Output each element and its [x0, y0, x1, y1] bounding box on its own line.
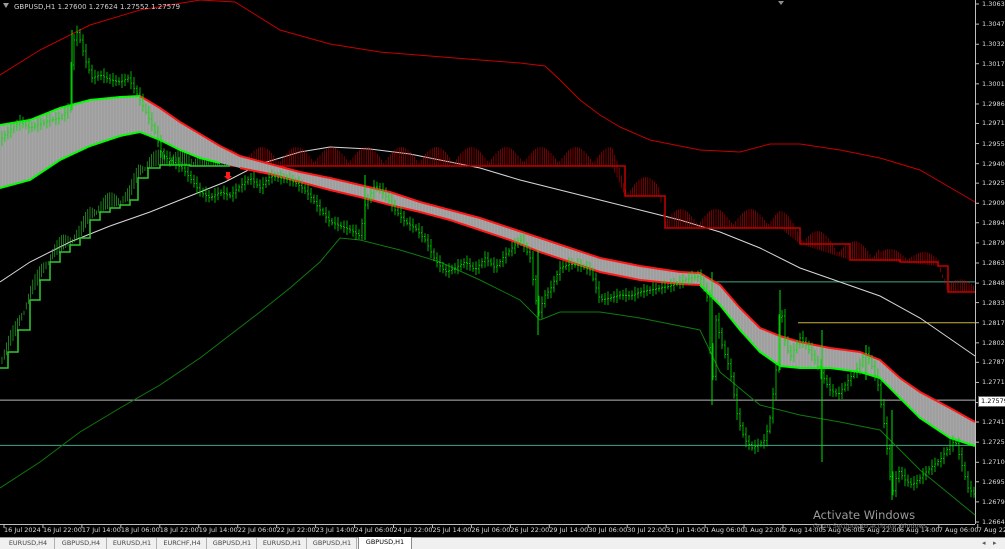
axis-ticks	[3, 3, 979, 528]
price-tick-label: 1.29860	[982, 99, 1005, 108]
chart-tab-eurusd-h1[interactable]: EURUSD,H1	[108, 538, 157, 549]
candles	[1, 25, 975, 500]
time-tick-label: 22 Jul 22:00	[276, 526, 316, 534]
price-tick-label: 1.29095	[982, 199, 1005, 208]
price-tick-label: 1.27870	[982, 358, 1005, 367]
chart-tab-gbpusd-h4[interactable]: GBPUSD,H4	[56, 538, 107, 549]
chart-tabs-bar: EURUSD,H4 GBPUSD,H4 EURUSD,H1 EURCHF,H4 GBPU…	[0, 537, 1005, 549]
price-tick-label: 1.28635	[982, 259, 1005, 267]
chart-tab-eurusd-h4[interactable]: EURUSD,H4	[2, 538, 55, 549]
time-tick-label: 25 Jul 14:00	[432, 526, 472, 534]
chart-ohlc: 1.27600 1.27624 1.27552 1.27579	[57, 3, 181, 11]
chart-shift-marker-icon[interactable]	[778, 1, 784, 5]
time-tick-label: 22 Jul 06:00	[237, 526, 277, 534]
chart-info: GBPUSD,H1 1.27600 1.27624 1.27552 1.2757…	[14, 3, 180, 11]
time-tick-label: 30 Jul 22:00	[627, 526, 667, 534]
chart-window[interactable]: GBPUSD,H1 1.27600 1.27624 1.27552 1.2757…	[0, 0, 1005, 537]
time-tick-label: 29 Jul 14:00	[549, 526, 589, 534]
chart-tab-eurchf-h4[interactable]: EURCHF,H4	[158, 538, 207, 549]
price-tick-label: 1.30170	[982, 59, 1005, 68]
price-tick-label: 1.28175	[982, 318, 1005, 327]
time-tick-label: 26 Jul 22:00	[510, 526, 550, 534]
time-tick-label: 24 Jul 06:00	[354, 526, 394, 534]
chart-tab-gbpusd-h1[interactable]: GBPUSD,H1	[208, 538, 257, 549]
price-tick-label: 1.28790	[982, 238, 1005, 247]
price-tick-label: 1.27100	[982, 458, 1005, 467]
chart-symbol: GBPUSD,H1	[14, 3, 56, 11]
price-tick-label: 1.28020	[982, 338, 1005, 347]
time-tick-label: 24 Jul 22:00	[393, 526, 433, 534]
time-tick-label: 18 Jul 22:00	[159, 526, 199, 534]
time-tick-label: 7 Aug 06:00	[938, 526, 979, 534]
lower-envelope-line	[0, 237, 976, 516]
price-tick-label: 1.29250	[982, 179, 1005, 188]
chart-tab-gbpusd-h1[interactable]: GBPUSD,H1	[308, 538, 357, 549]
price-tick-label: 1.30320	[982, 40, 1005, 49]
chart-tab-gbpusd-h1[interactable]: GBPUSD,H1	[358, 537, 412, 549]
time-tick-label: 17 Jul 14:00	[81, 526, 121, 534]
time-tick-label: 7 Aug 22:00	[977, 526, 1005, 534]
time-tick-label: 1 Aug 06:00	[705, 526, 745, 534]
price-tick-label: 1.26950	[982, 477, 1005, 486]
price-tick-label: 1.30630	[982, 0, 1005, 8]
tabs-scroll-right-icon[interactable]: ▸	[993, 538, 997, 549]
price-tick-label: 1.29555	[982, 139, 1005, 148]
time-tick-label: 23 Jul 14:00	[315, 526, 355, 534]
envelope-lines	[0, 0, 976, 516]
time-tick-label: 1 Aug 22:00	[744, 526, 784, 534]
time-tick-label: 16 Jul 2024	[4, 526, 41, 534]
stepped-green-line	[0, 164, 230, 369]
price-tick-label: 1.30015	[982, 79, 1005, 88]
info-toggle-icon[interactable]	[3, 3, 9, 8]
price-tick-label: 1.29400	[982, 159, 1005, 168]
time-tick-label: 30 Jul 06:00	[588, 526, 628, 534]
price-tick-label: 1.27255	[982, 438, 1005, 447]
time-tick-label: 19 Jul 14:00	[198, 526, 238, 534]
current-price-label: 1.27579	[978, 396, 1005, 407]
stepped-indicator	[0, 147, 975, 369]
time-tick-label: 18 Jul 06:00	[120, 526, 160, 534]
activate-windows-subtitle: Go to Settings to activate Windows.	[813, 522, 930, 530]
price-tick-label: 1.27410	[982, 418, 1005, 427]
chart-tab-eurusd-h1[interactable]: EURUSD,H1	[258, 538, 307, 549]
price-tick-label: 1.26640	[982, 518, 1005, 526]
price-tick-label: 1.28480	[982, 279, 1005, 288]
tabs-scroll-left-icon[interactable]: ◂	[982, 538, 986, 549]
price-tick-label: 1.27715	[982, 378, 1005, 387]
price-tick-label: 1.29710	[982, 119, 1005, 128]
activate-windows-title: Activate Windows	[813, 508, 916, 522]
time-tick-label: 26 Jul 06:00	[471, 526, 511, 534]
time-tick-label: 16 Jul 22:00	[42, 526, 82, 534]
price-tick-label: 1.30475	[982, 20, 1005, 29]
price-chart[interactable]	[0, 0, 1005, 537]
price-tick-label: 1.28945	[982, 218, 1005, 227]
time-tick-label: 31 Jul 14:00	[666, 526, 706, 534]
price-tick-label: 1.26795	[982, 497, 1005, 506]
price-tick-label: 1.28330	[982, 298, 1005, 307]
